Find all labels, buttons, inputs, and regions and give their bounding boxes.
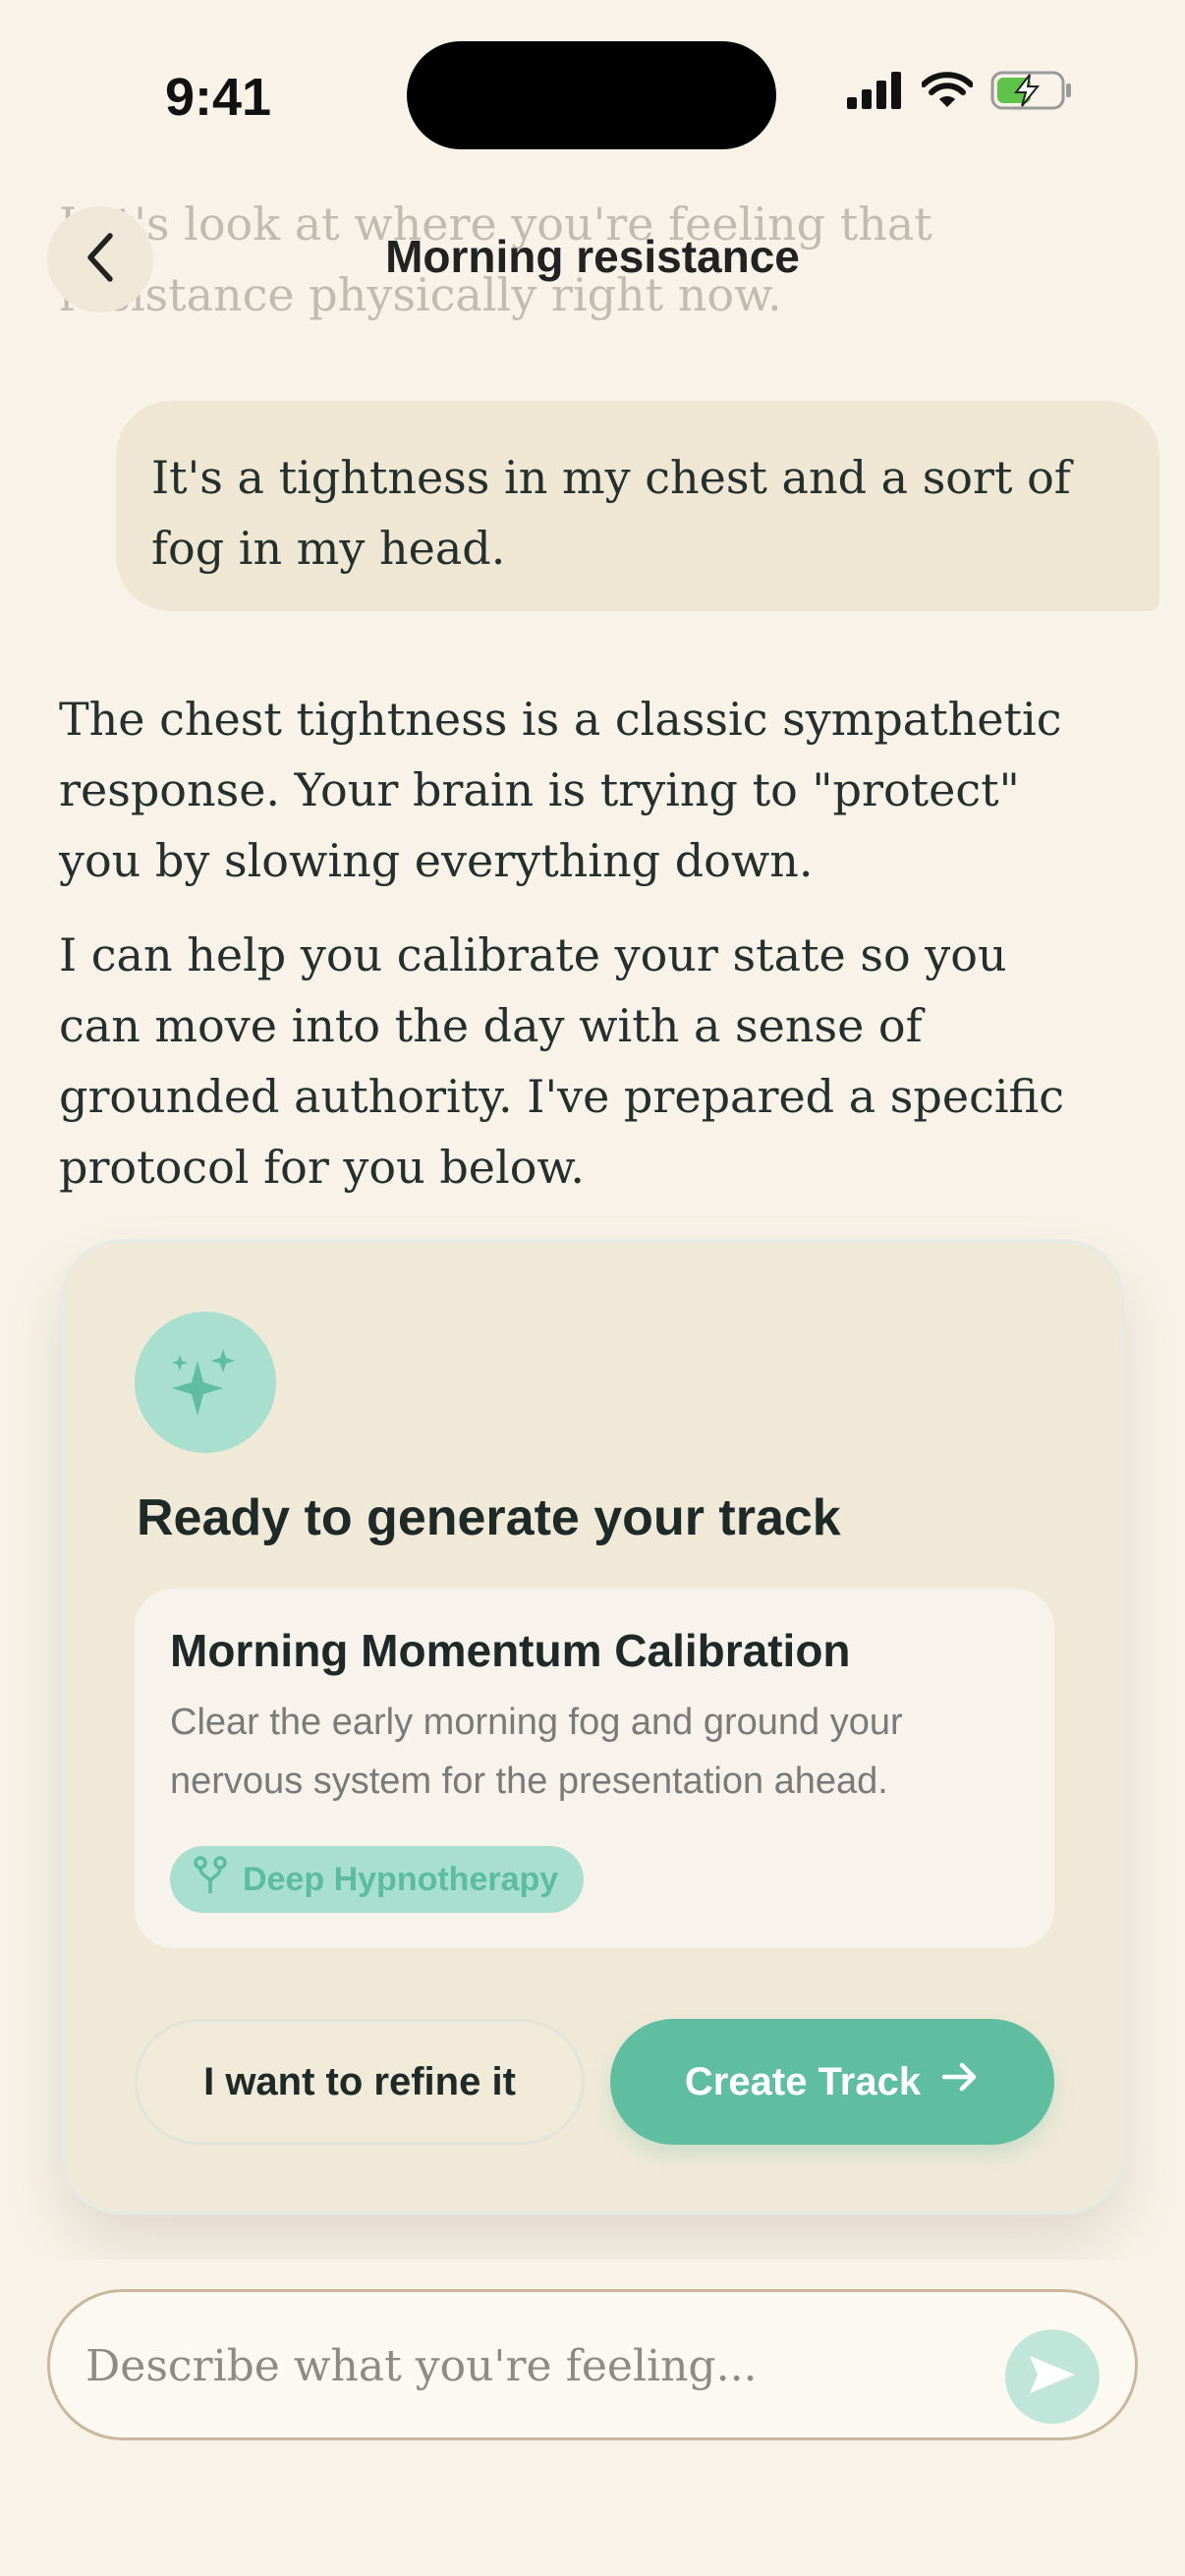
send-icon [1026,2350,1079,2404]
send-button[interactable] [1005,2329,1100,2424]
track-generation-card: Ready to generate your track Morning Mom… [61,1240,1124,2214]
wifi-icon [921,72,974,114]
user-message-bubble: It's a tightness in my chest and a sort … [116,401,1159,611]
assistant-message-1: The chest tightness is a classic sympath… [59,693,1062,887]
card-title: Ready to generate your track [137,1489,841,1546]
track-description: Clear the early morning fog and ground y… [170,1702,903,1802]
create-track-label: Create Track [684,2059,922,2103]
tag-label: Deep Hypnotherapy [243,1860,559,1898]
chat-area: Let's look at where you're feeling that … [0,0,1185,2260]
battery-charging-icon [990,71,1073,115]
message-composer [47,2289,1138,2440]
track-tag: Deep Hypnotherapy [170,1846,585,1913]
arrow-right-icon [940,2059,980,2104]
create-track-button[interactable]: Create Track [610,2019,1054,2145]
assistant-message-2: I can help you calibrate your state so y… [59,928,1064,1194]
cellular-signal-icon [847,72,904,114]
refine-button-label: I want to refine it [203,2059,516,2103]
page-title: Morning resistance [385,231,800,282]
status-bar: 9:41 [0,0,1185,196]
status-icons [847,71,1073,115]
fork-branch-icon [194,1855,227,1904]
track-name: Morning Momentum Calibration [170,1625,851,1676]
sparkles-icon [135,1312,276,1453]
status-time: 9:41 [165,68,272,127]
message-input[interactable] [84,2292,972,2439]
refine-button[interactable]: I want to refine it [135,2019,585,2145]
user-message-text: It's a tightness in my chest and a sort … [151,451,1071,575]
dynamic-island [407,41,776,149]
track-preview: Morning Momentum Calibration Clear the e… [135,1589,1054,1948]
